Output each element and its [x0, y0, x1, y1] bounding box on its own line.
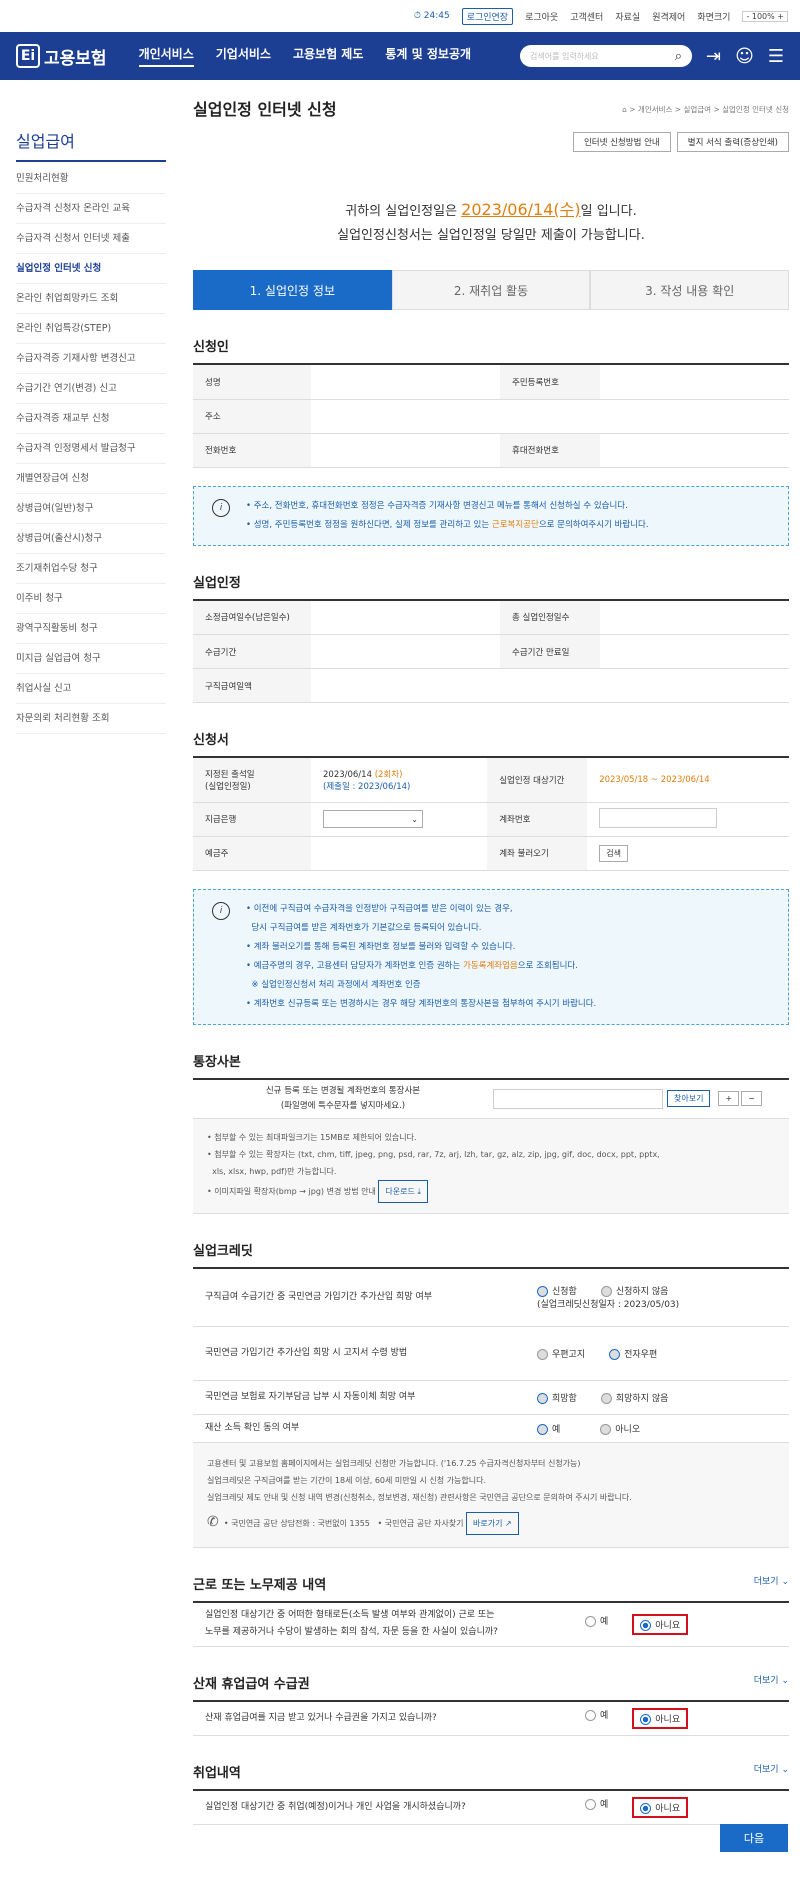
job-no-radio[interactable] [640, 1802, 652, 1814]
side-item[interactable]: 미지급 실업급여 청구 [16, 644, 166, 674]
side-menu: 실업급여 민원처리현황 수급자격 신청자 온라인 교육 수급자격 신청서 인터넷… [16, 128, 166, 734]
top-utility-bar: ⏱ 24:45 로그인연장 로그아웃 고객센터 자료실 원격제어 화면크기 - … [0, 0, 800, 32]
user-icon[interactable]: ☺ [735, 46, 754, 67]
step-1: 1. 실업인정 정보 [193, 270, 392, 310]
download-button[interactable]: 다운로드 ⤓ [378, 1179, 428, 1203]
consent-no-radio[interactable] [600, 1423, 612, 1435]
injury-no-radio[interactable] [640, 1713, 652, 1725]
credit-no-radio[interactable] [600, 1286, 612, 1297]
side-item[interactable]: 수급자격증 재교부 신청 [16, 404, 166, 434]
injury-yes-radio[interactable] [585, 1709, 596, 1721]
recognition-date-notice: 귀하의 실업인정일은 2023/06/14(수)일 입니다. 실업인정신청서는 … [337, 200, 645, 243]
menu-icon[interactable]: ☰ [768, 46, 784, 67]
side-item[interactable]: 온라인 취업특강(STEP) [16, 314, 166, 344]
data-room-link[interactable]: 자료실 [615, 10, 640, 23]
side-item-active[interactable]: 실업인정 인터넷 신청 [16, 254, 166, 284]
side-item[interactable]: 자문의뢰 처리현황 조회 [16, 704, 166, 734]
side-menu-title: 실업급여 [16, 128, 166, 162]
logout-link[interactable]: 로그아웃 [525, 10, 558, 23]
search-icon[interactable]: ⌕ [675, 49, 682, 64]
account-info-box: i • 이전에 구직급여 수급자격을 인정받아 구직급여를 받은 이력이 있는 … [193, 888, 789, 1025]
side-item[interactable]: 개별연장급여 신청 [16, 464, 166, 494]
step-3: 3. 작성 내용 확인 [590, 270, 790, 310]
go-link-button[interactable]: 바로가기 ↗ [466, 1511, 519, 1535]
side-item[interactable]: 취업사실 신고 [16, 674, 166, 704]
injury-more-link[interactable]: 더보기 ⌄ [754, 1673, 789, 1686]
step-indicator: 1. 실업인정 정보 2. 재취업 활동 3. 작성 내용 확인 [193, 270, 790, 310]
side-item[interactable]: 수급자격 신청서 인터넷 제출 [16, 224, 166, 254]
info-icon: i [212, 901, 230, 920]
nav-personal[interactable]: 개인서비스 [138, 45, 194, 67]
section-work: 근로 또는 노무제공 내역 더보기 ⌄ [193, 1574, 789, 1603]
work-more-link[interactable]: 더보기 ⌄ [754, 1574, 789, 1587]
nav-business[interactable]: 기업서비스 [216, 45, 271, 67]
login-extend-button[interactable]: 로그인연장 [461, 7, 514, 25]
autopay-yes-radio[interactable] [537, 1392, 548, 1404]
account-input[interactable] [599, 807, 718, 828]
credit-notes: 고용센터 및 고용보험 홈페이지에서는 실업크레딧 신청만 가능합니다. ('1… [193, 1442, 789, 1548]
nav-stats[interactable]: 통계 및 정보공개 [385, 45, 471, 67]
side-item[interactable]: 온라인 취업희망카드 조회 [16, 284, 166, 314]
step-2: 2. 재취업 활동 [391, 270, 591, 310]
global-nav: Ei 고용보험 개인서비스 기업서비스 고용보험 제도 통계 및 정보공개 검색어… [0, 32, 800, 80]
notice-email-radio[interactable] [609, 1348, 621, 1360]
consent-yes-radio[interactable] [537, 1423, 548, 1435]
bank-select[interactable]: ⌄ [323, 810, 423, 828]
side-item[interactable]: 조기재취업수당 청구 [16, 554, 166, 584]
job-yes-radio[interactable] [585, 1798, 596, 1810]
next-button[interactable]: 다음 [720, 1824, 788, 1852]
credit-apply-radio[interactable] [537, 1286, 548, 1297]
remote-control-link[interactable]: 원격제어 [652, 10, 685, 23]
notice-mail-radio[interactable] [537, 1348, 548, 1360]
recognition-table: 소정급여일수(남은일수) 총 실업인정일수 수급기간 수급기간 만료일 구직급여일액 [193, 600, 789, 703]
info-icon: i [212, 498, 230, 517]
application-table: 지정된 출석일 (실업인정일) 2023/06/14 (2회차) (제출일 : 202… [193, 758, 789, 871]
side-item[interactable]: 이주비 청구 [16, 584, 166, 614]
applicant-info-box: i • 주소, 전화번호, 휴대전화번호 정정은 수급자격증 기재사항 변경신고… [193, 485, 789, 546]
site-logo[interactable]: Ei 고용보험 [16, 44, 107, 69]
zoom-control[interactable]: - 100% + [742, 10, 788, 22]
section-application: 신청서 [193, 729, 789, 758]
side-item[interactable]: 상병급여(출산시)청구 [16, 524, 166, 554]
side-item[interactable]: 민원처리현황 [16, 164, 166, 194]
side-item[interactable]: 광역구직활동비 청구 [16, 614, 166, 644]
section-injury: 산재 휴업급여 수급권 더보기 ⌄ [193, 1673, 789, 1702]
customer-center-link[interactable]: 고객센터 [570, 10, 603, 23]
file-path-input[interactable] [493, 1088, 663, 1109]
section-credit: 실업크레딧 [193, 1240, 789, 1269]
section-applicant: 신청인 [193, 336, 789, 365]
main-content: 실업인정 인터넷 신청 ⌂ > 개인서비스 > 실업급여 > 실업인정 인터넷 … [193, 96, 790, 1825]
side-item[interactable]: 수급자격 신청자 온라인 교육 [16, 194, 166, 224]
job-more-link[interactable]: 더보기 ⌄ [754, 1762, 789, 1775]
session-timer: ⏱ 24:45 [413, 11, 450, 21]
print-form-button[interactable]: 별지 서식 출력(증상인쇄) [676, 132, 789, 152]
nav-system[interactable]: 고용보험 제도 [293, 45, 363, 67]
browse-button[interactable]: 찾아보기 [667, 1090, 711, 1107]
logout-icon[interactable]: ⇥ [706, 46, 721, 67]
work-no-radio[interactable] [640, 1619, 652, 1631]
section-passbook: 통장사본 [193, 1051, 789, 1080]
phone-icon: ✆ [207, 1513, 219, 1530]
autopay-no-radio[interactable] [600, 1392, 612, 1404]
side-item[interactable]: 수급자격 인정명세서 발급청구 [16, 434, 166, 464]
side-item[interactable]: 상병급여(일반)청구 [16, 494, 166, 524]
screen-size-label: 화면크기 [697, 12, 731, 23]
section-job: 취업내역 더보기 ⌄ [193, 1762, 789, 1791]
attach-notes: • 첨부할 수 있는 최대파일크기는 15MB로 제한되어 있습니다. • 첨부… [193, 1118, 789, 1214]
remove-file-button[interactable]: − [741, 1091, 762, 1106]
side-item[interactable]: 수급자격증 기재사항 변경신고 [16, 344, 166, 374]
applicant-table: 성명 주민등록번호 주소 전화번호 휴대전화번호 [193, 365, 789, 468]
search-input[interactable]: 검색어를 입력하세요 ⌕ [520, 45, 692, 67]
recognition-date: 2023/06/14(수) [461, 200, 581, 219]
account-search-button[interactable]: 검색 [599, 844, 628, 862]
logo-icon: Ei [16, 44, 40, 68]
section-recognition: 실업인정 [193, 572, 789, 601]
guide-button[interactable]: 인터넷 신청방법 안내 [572, 132, 671, 152]
work-yes-radio[interactable] [585, 1615, 596, 1627]
side-item[interactable]: 수급기간 연기(변경) 신고 [16, 374, 166, 404]
add-file-button[interactable]: + [718, 1091, 740, 1106]
breadcrumb: ⌂ > 개인서비스 > 실업급여 > 실업인정 인터넷 신청 [622, 105, 789, 114]
